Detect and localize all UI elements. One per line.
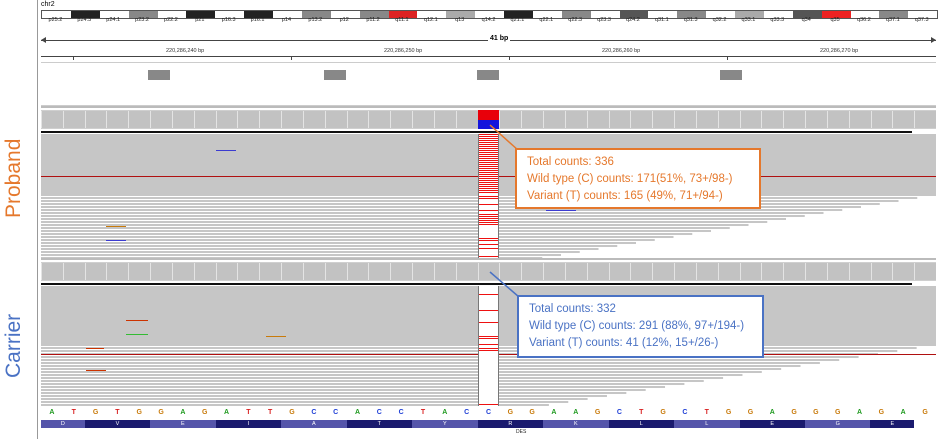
proband-variant-counts: Variant (T) counts: 165 (49%, 71+/94-) [527,188,749,205]
proband-total-counts: Total counts: 336 [527,154,749,171]
carrier-variant-counts: Variant (T) counts: 41 (12%, 15+/26-) [529,335,752,352]
callout-connectors [0,0,941,439]
proband-counts-callout: Total counts: 336 Wild type (C) counts: … [515,148,761,209]
carrier-total-counts: Total counts: 332 [529,301,752,318]
carrier-counts-callout: Total counts: 332 Wild type (C) counts: … [517,295,764,358]
proband-wildtype-counts: Wild type (C) counts: 171(51%, 73+/98-) [527,171,749,188]
carrier-wildtype-counts: Wild type (C) counts: 291 (88%, 97+/194-… [529,318,752,335]
